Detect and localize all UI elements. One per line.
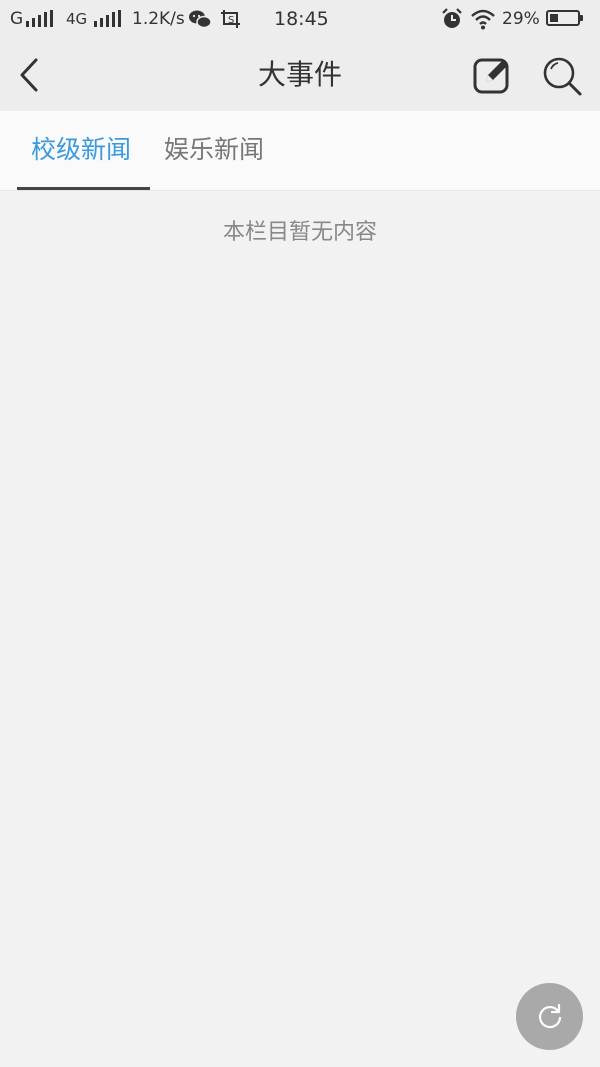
refresh-button[interactable] — [516, 983, 583, 1050]
tab-entertainment-news[interactable]: 娱乐新闻 — [164, 133, 264, 167]
edit-icon[interactable] — [472, 55, 512, 95]
battery-level — [550, 14, 558, 22]
carrier-label-1: G — [10, 9, 24, 29]
alarm-icon — [442, 8, 462, 28]
svg-text:S: S — [228, 15, 234, 26]
wifi-icon — [471, 9, 495, 30]
active-tab-indicator — [17, 187, 150, 190]
empty-state-message: 本栏目暂无内容 — [222, 220, 377, 245]
search-icon[interactable] — [540, 54, 584, 98]
tab-bar: 校级新闻 娱乐新闻 — [0, 111, 600, 191]
net-speed: 1.2K/s — [132, 9, 185, 29]
tab-school-news[interactable]: 校级新闻 — [31, 133, 131, 167]
screenshot-icon: S — [221, 10, 240, 28]
carrier-label-2: 4G — [66, 10, 88, 28]
status-bar: G 4G 1.2K/s S 18:45 29% — [0, 0, 600, 38]
wechat-icon — [189, 10, 212, 29]
clock: 18:45 — [274, 8, 329, 30]
battery-icon — [546, 10, 583, 26]
battery-percent: 29% — [502, 9, 540, 29]
refresh-icon — [538, 1003, 562, 1029]
app-bar: 大事件 — [0, 38, 600, 111]
